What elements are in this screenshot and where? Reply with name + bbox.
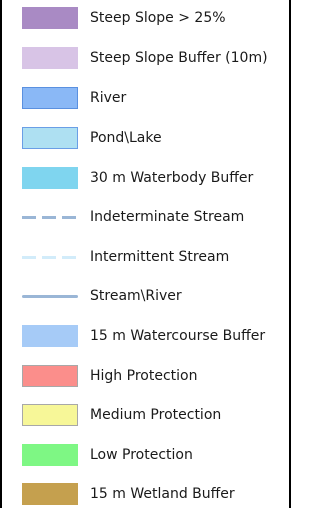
waterbody-buffer-swatch [22, 167, 78, 189]
legend-label: River [90, 90, 127, 106]
legend-label: High Protection [90, 368, 198, 384]
legend-item-medium-protection: Medium Protection [4, 398, 289, 432]
legend-item-pond-lake: Pond\Lake [4, 121, 289, 155]
legend-item-wetland-buffer: 15 m Wetland Buffer [4, 477, 289, 511]
intermittent-stream-line [22, 256, 78, 259]
legend-label: Steep Slope Buffer (10m) [90, 50, 268, 66]
high-protection-swatch [22, 365, 78, 387]
medium-protection-swatch [22, 404, 78, 426]
legend-label: Stream\River [90, 288, 182, 304]
steep-slope-swatch [22, 7, 78, 29]
legend-label: 15 m Watercourse Buffer [90, 328, 266, 344]
legend-label: 30 m Waterbody Buffer [90, 170, 254, 186]
stream-river-line [22, 295, 78, 298]
steep-slope-buffer-swatch [22, 47, 78, 69]
legend-item-indeterminate-stream: Indeterminate Stream [4, 200, 289, 234]
indeterminate-stream-line [22, 216, 78, 219]
legend-item-stream-river: Stream\River [4, 279, 289, 313]
legend-item-river: River [4, 81, 289, 115]
legend-label: Pond\Lake [90, 130, 162, 146]
legend-label: Low Protection [90, 447, 193, 463]
legend-label: Medium Protection [90, 407, 222, 423]
wetland-buffer-swatch [22, 483, 78, 505]
river-swatch [22, 87, 78, 109]
legend-item-high-protection: High Protection [4, 359, 289, 393]
legend-item-intermittent-stream: Intermittent Stream [4, 240, 289, 274]
legend-label: Indeterminate Stream [90, 209, 245, 225]
legend-item-watercourse-buffer: 15 m Watercourse Buffer [4, 319, 289, 353]
legend-item-waterbody-buffer: 30 m Waterbody Buffer [4, 161, 289, 195]
watercourse-buffer-swatch [22, 325, 78, 347]
low-protection-swatch [22, 444, 78, 466]
legend-label: Intermittent Stream [90, 249, 230, 265]
legend-item-low-protection: Low Protection [4, 438, 289, 472]
legend-label: Steep Slope > 25% [90, 10, 226, 26]
legend-label: 15 m Wetland Buffer [90, 486, 235, 502]
legend-item-steep-slope-buffer: Steep Slope Buffer (10m) [4, 41, 289, 75]
map-legend: Steep Slope > 25% Steep Slope Buffer (10… [0, 0, 291, 508]
pond-lake-swatch [22, 127, 78, 149]
legend-item-steep-slope: Steep Slope > 25% [4, 1, 289, 35]
